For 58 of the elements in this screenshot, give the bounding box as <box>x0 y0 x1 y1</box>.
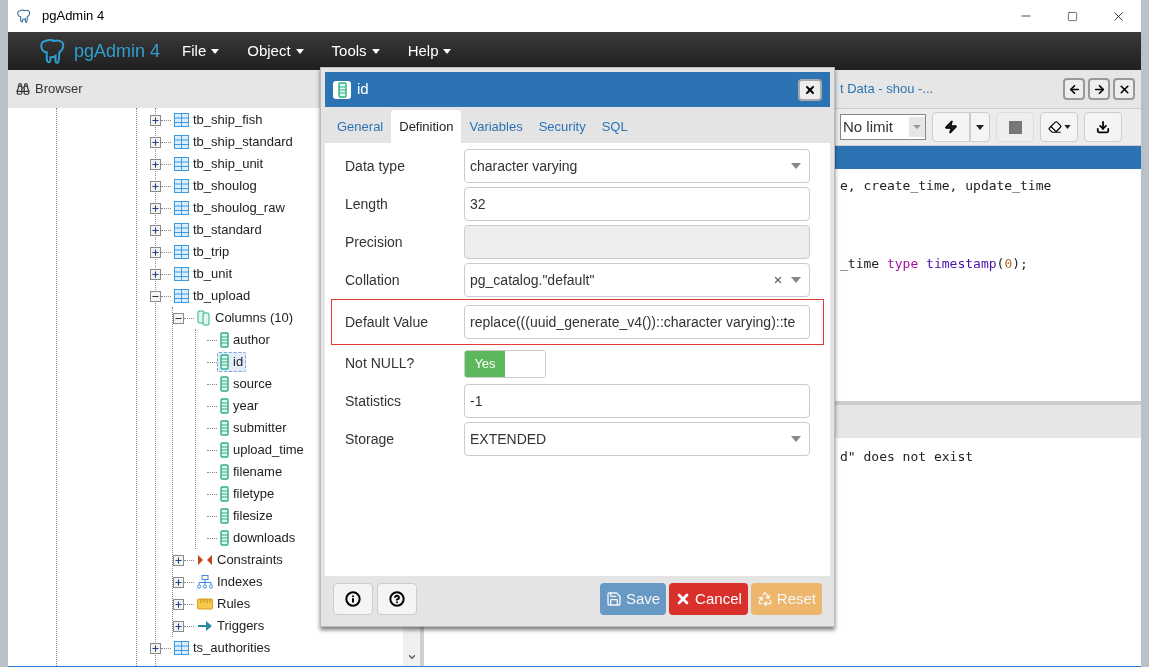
select-field[interactable]: EXTENDED <box>464 422 810 456</box>
tree-item[interactable]: Indexes <box>194 572 266 592</box>
dialog-tab[interactable]: Variables <box>461 110 531 143</box>
tree-item[interactable]: Constraints <box>194 550 286 570</box>
tree-item[interactable]: source <box>217 374 276 394</box>
code-line: e, create_time, update_time <box>840 177 1053 195</box>
dialog-tab[interactable]: General <box>329 110 392 143</box>
tree-item[interactable]: submitter <box>217 418 290 438</box>
menu-item[interactable]: Tools <box>331 39 380 63</box>
input-field[interactable]: -1 <box>464 384 810 418</box>
tree-item[interactable]: filetype <box>217 484 278 504</box>
panel-title: Browser <box>35 80 83 99</box>
dialog-tab[interactable]: Definition <box>391 110 462 143</box>
menu-item[interactable]: Help <box>407 39 452 63</box>
field-label: Not NULL? <box>345 354 416 373</box>
tree-item[interactable]: author <box>217 330 273 350</box>
panel-tab-title[interactable]: t Data - shou -... <box>840 79 934 99</box>
tree-item[interactable]: year <box>217 396 262 416</box>
menu-item[interactable]: File <box>182 39 220 63</box>
tree-item[interactable]: ts_authorities <box>171 638 274 658</box>
window-title: pgAdmin 4 <box>42 7 105 26</box>
tree-item[interactable]: tb_standard <box>171 220 265 240</box>
tree-item[interactable]: tb_ship_standard <box>171 132 296 152</box>
dialog-tab[interactable]: Security <box>530 110 594 143</box>
tree-item[interactable]: id <box>217 352 247 372</box>
field-label: Default Value <box>345 312 429 332</box>
dialog-tab[interactable]: SQL <box>593 110 636 143</box>
message-text: d" does not exist <box>840 449 974 464</box>
field-label: Storage <box>345 429 396 449</box>
select-field[interactable]: pg_catalog."default" <box>464 263 810 297</box>
dialog-title: id <box>357 79 369 100</box>
tree-item[interactable]: Rules <box>194 594 254 614</box>
tree-item[interactable]: Triggers <box>194 616 268 636</box>
tree-item[interactable]: tb_trip <box>171 242 233 262</box>
field-label: Statistics <box>345 391 402 411</box>
tree-item[interactable]: tb_shoulog <box>171 176 260 196</box>
field-label: Precision <box>345 232 404 252</box>
tree-item[interactable]: tb_shoulog_raw <box>171 198 288 218</box>
brand-name: pgAdmin 4 <box>74 39 161 63</box>
tree-item[interactable]: filename <box>217 462 286 482</box>
tree-item[interactable]: tb_ship_unit <box>171 154 267 174</box>
field-label: Length <box>345 194 389 214</box>
menu-item[interactable]: Object <box>247 39 304 63</box>
input-field[interactable]: replace(((uuid_generate_v4())::character varying)::te <box>464 305 810 339</box>
tree-item[interactable]: tb_unit <box>171 264 236 284</box>
field-label: Data type <box>345 156 406 176</box>
field-label: Collation <box>345 270 401 290</box>
limit-select[interactable]: No limit <box>840 114 926 140</box>
select-field[interactable]: character varying <box>464 149 810 183</box>
tree-item[interactable]: upload_time <box>217 440 307 460</box>
tree-item[interactable]: tb_upload <box>171 286 254 306</box>
tree-item[interactable]: downloads <box>217 528 299 548</box>
tree-item[interactable]: tb_ship_fish <box>171 110 266 130</box>
cancel-button[interactable]: Cancel <box>669 583 748 615</box>
tree-item[interactable]: filesize <box>217 506 276 526</box>
tree-item[interactable]: Columns (10) <box>194 308 297 328</box>
code-line: _time type timestamp(0); <box>840 254 1029 273</box>
input-field[interactable]: 32 <box>464 187 810 221</box>
